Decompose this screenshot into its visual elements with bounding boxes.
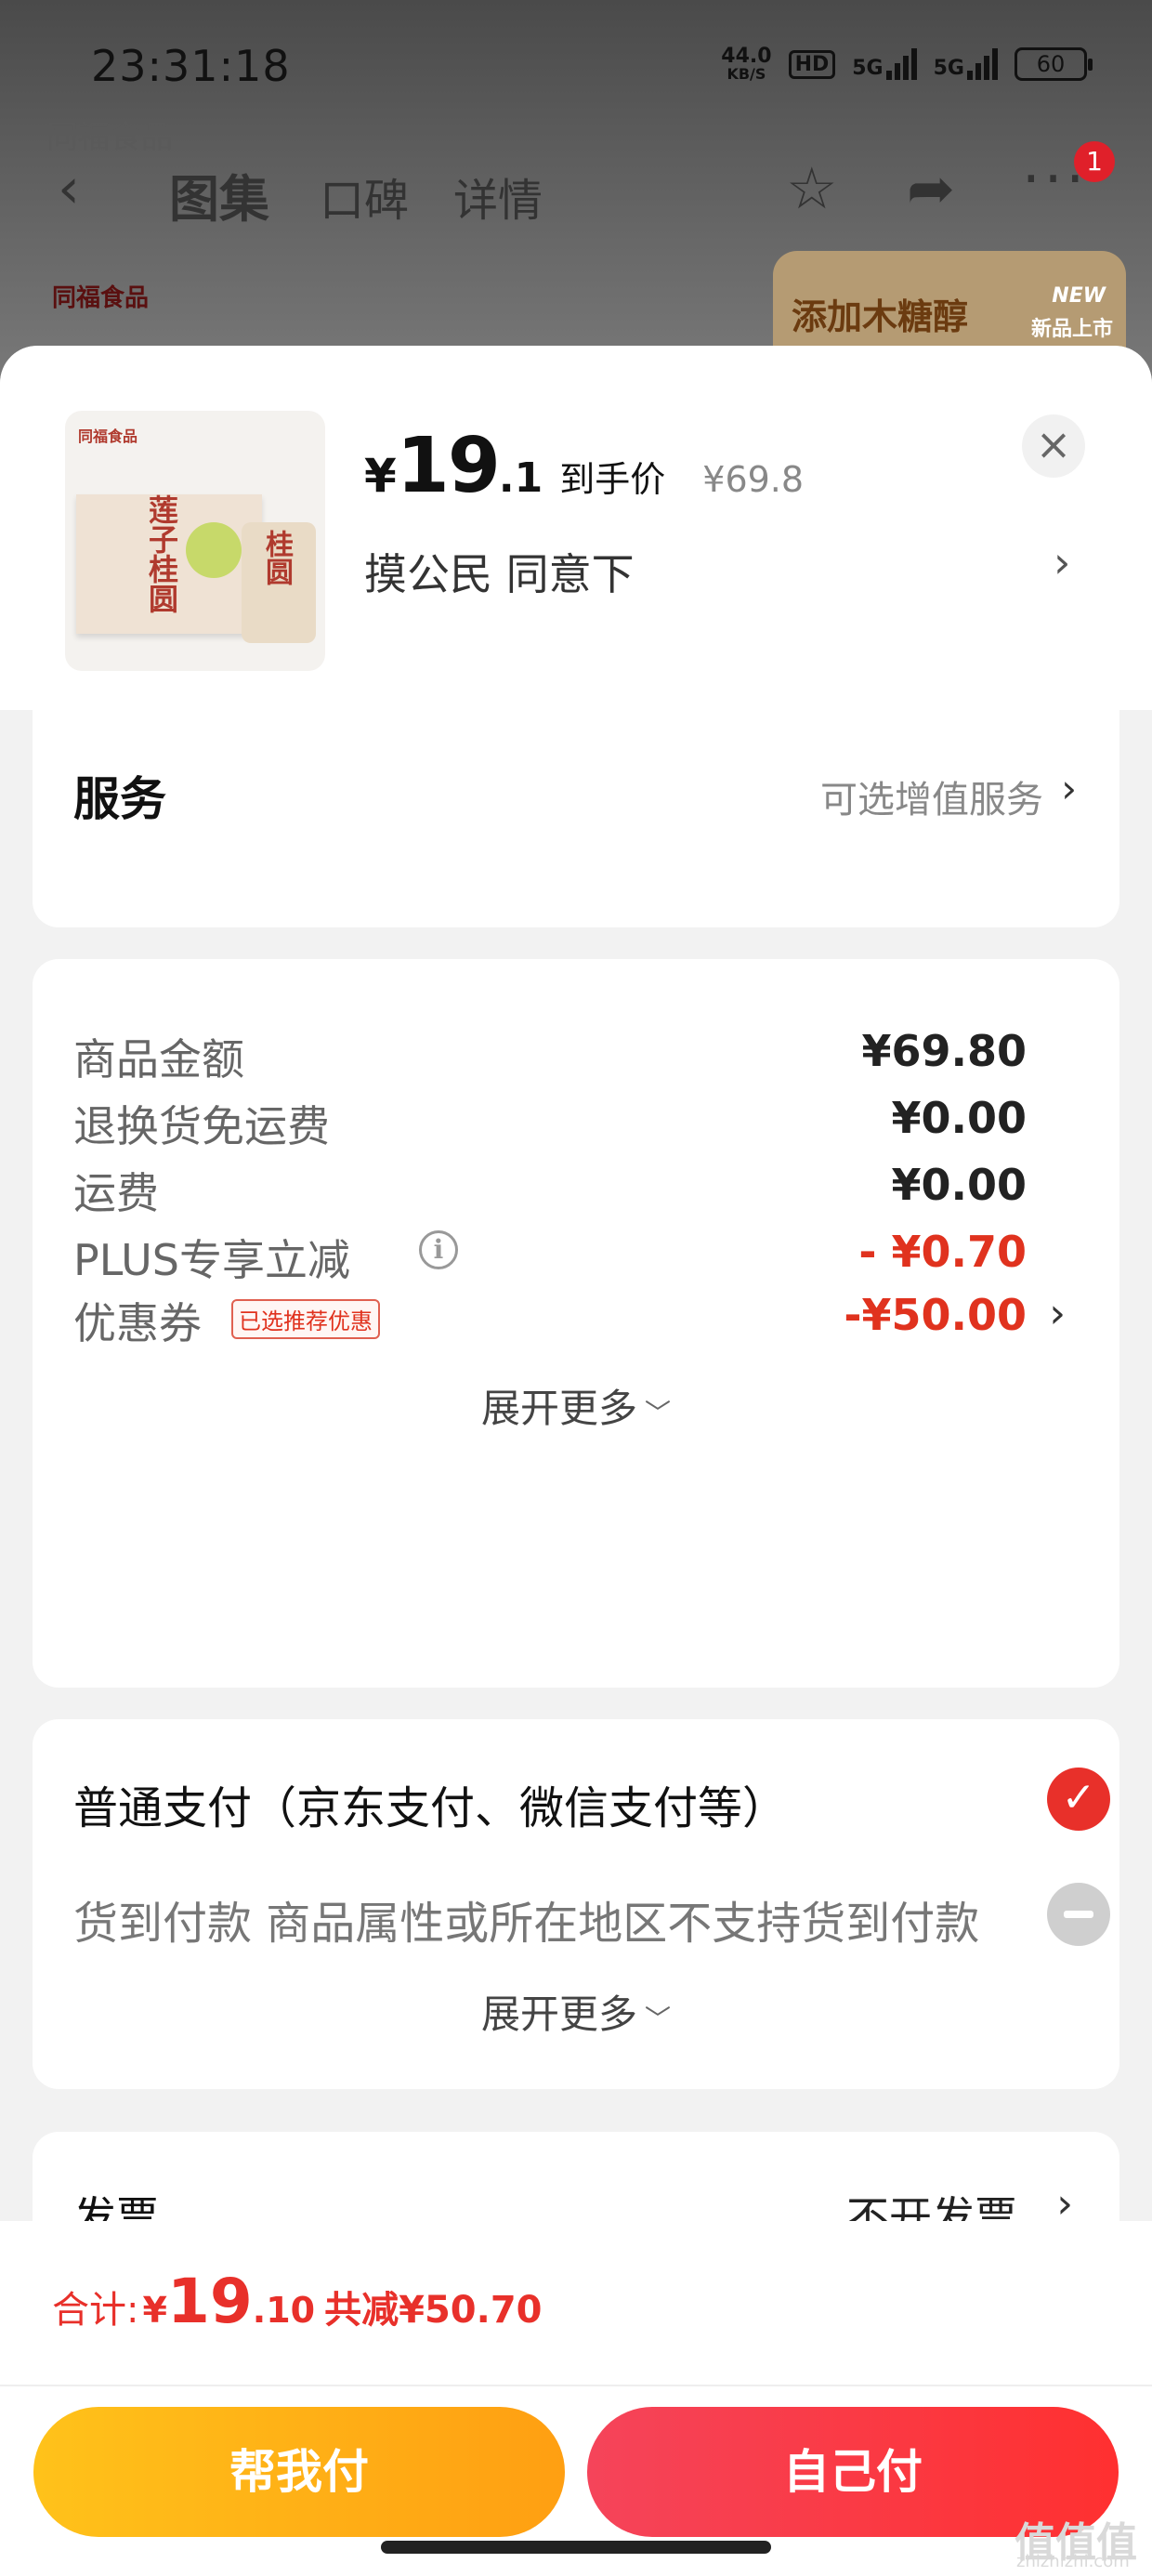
promo-new-badge: NEW — [1052, 284, 1106, 308]
battery-icon: 60 — [1015, 47, 1093, 81]
fee-breakdown-card: 商品金额 ¥69.80 退换货免运费 ¥0.00 运费 ¥0.00 PLUS专享… — [33, 959, 1119, 1688]
product-thumbnail[interactable]: 同福食品 莲子桂圆 桂圆 — [65, 411, 325, 671]
disabled-icon — [1047, 1883, 1110, 1946]
status-icons: 44.0 KB/S HD 5G 5G 60 — [721, 45, 1093, 83]
service-chevron-icon[interactable]: › — [1061, 766, 1077, 811]
fruit-image — [186, 522, 242, 578]
address-row[interactable]: 摸公民 同意下 — [364, 541, 635, 602]
site-watermark-url: zhizhizhi.com — [1016, 2552, 1130, 2571]
fee-row-shipping: 运费 ¥0.00 — [73, 1160, 1027, 1218]
back-arrow-icon[interactable]: ‹ — [58, 156, 80, 221]
hd-icon: HD — [788, 49, 836, 79]
tab-details[interactable]: 详情 — [453, 164, 543, 229]
brand-logo: 同福食品 — [52, 284, 150, 312]
status-time: 23:31:18 — [91, 41, 291, 91]
status-bar: 23:31:18 44.0 KB/S HD 5G 5G 60 — [0, 0, 1152, 139]
address-chevron-icon[interactable]: › — [1054, 537, 1070, 587]
payment-option-standard[interactable]: 普通支付（京东支付、微信支付等） ✓ — [73, 1768, 1114, 1846]
home-indicator[interactable] — [381, 2541, 771, 2554]
total-saved: 共减¥50.70 — [324, 2289, 543, 2332]
tab-reviews[interactable]: 口碑 — [320, 164, 409, 229]
payment-method-card: 普通支付（京东支付、微信支付等） ✓ 货到付款 商品属性或所在地区不支持货到付款… — [33, 1719, 1119, 2089]
price-label: 到手价 — [559, 459, 666, 500]
signal-icon: 5G — [852, 48, 917, 80]
notification-badge: 1 — [1074, 141, 1115, 182]
promo-new-sub: 新品上市 — [1030, 318, 1113, 341]
sheet-header: 同福食品 莲子桂圆 桂圆 ¥ 19 .1 到手价 ¥69.8 × 摸公民 同意下… — [0, 346, 1152, 710]
payment-option-cod: 货到付款 商品属性或所在地区不支持货到付款 — [73, 1883, 1114, 1961]
order-total: 合计: ¥ 19 .10 共减¥50.70 — [52, 2266, 543, 2337]
checkmark-icon[interactable]: ✓ — [1047, 1768, 1110, 1831]
bottom-action-bar: 合计: ¥ 19 .10 共减¥50.70 帮我付 自己付 — [0, 2221, 1152, 2576]
fee-row-goods: 商品金额 ¥69.80 — [73, 1026, 1027, 1084]
product-nav-bar: ‹ 图集 口碑 详情 ☆ ➦ ··· 1 — [0, 141, 1152, 232]
coupon-chevron-icon[interactable]: › — [1049, 1290, 1066, 1337]
total-label: 合计: — [52, 2289, 139, 2332]
service-label: 服务 — [73, 772, 166, 826]
checkout-sheet: 同福食品 莲子桂圆 桂圆 ¥ 19 .1 到手价 ¥69.8 × 摸公民 同意下… — [0, 346, 1152, 2576]
payment-expand-more[interactable]: 展开更多 ﹀ — [33, 1983, 1119, 2040]
fee-row-return-shipping: 退换货免运费 ¥0.00 — [73, 1093, 1027, 1151]
divider — [0, 2385, 1152, 2386]
original-price: ¥69.8 — [702, 459, 805, 500]
chevron-down-icon: ﹀ — [645, 2004, 672, 2034]
signal-icon-2: 5G — [934, 48, 998, 80]
background-product-page: 23:31:18 44.0 KB/S HD 5G 5G 60 同福食品 ‹ 图集… — [0, 0, 1152, 390]
chevron-down-icon: ﹀ — [645, 1398, 672, 1428]
service-value[interactable]: 可选增值服务 — [820, 769, 1043, 823]
network-speed: 44.0 KB/S — [721, 45, 772, 83]
info-icon[interactable]: i — [419, 1230, 458, 1269]
thumbnail-logo: 同福食品 — [78, 427, 138, 445]
close-icon[interactable]: × — [1022, 414, 1085, 478]
tab-gallery[interactable]: 图集 — [169, 158, 269, 231]
share-icon[interactable]: ➦ — [907, 154, 955, 222]
promo-text: 添加木糖醇 — [792, 296, 969, 337]
final-price: ¥ 19 .1 到手价 ¥69.8 — [364, 422, 805, 510]
star-icon[interactable]: ☆ — [786, 154, 838, 222]
fee-row-coupon[interactable]: 优惠券 已选推荐优惠 -¥50.00 › — [73, 1290, 1079, 1364]
coupon-selected-tag: 已选推荐优惠 — [231, 1299, 380, 1339]
help-me-pay-button[interactable]: 帮我付 — [33, 2407, 565, 2537]
product-can-image: 桂圆 — [242, 522, 316, 643]
fees-expand-more[interactable]: 展开更多 ﹀ — [33, 1377, 1119, 1434]
